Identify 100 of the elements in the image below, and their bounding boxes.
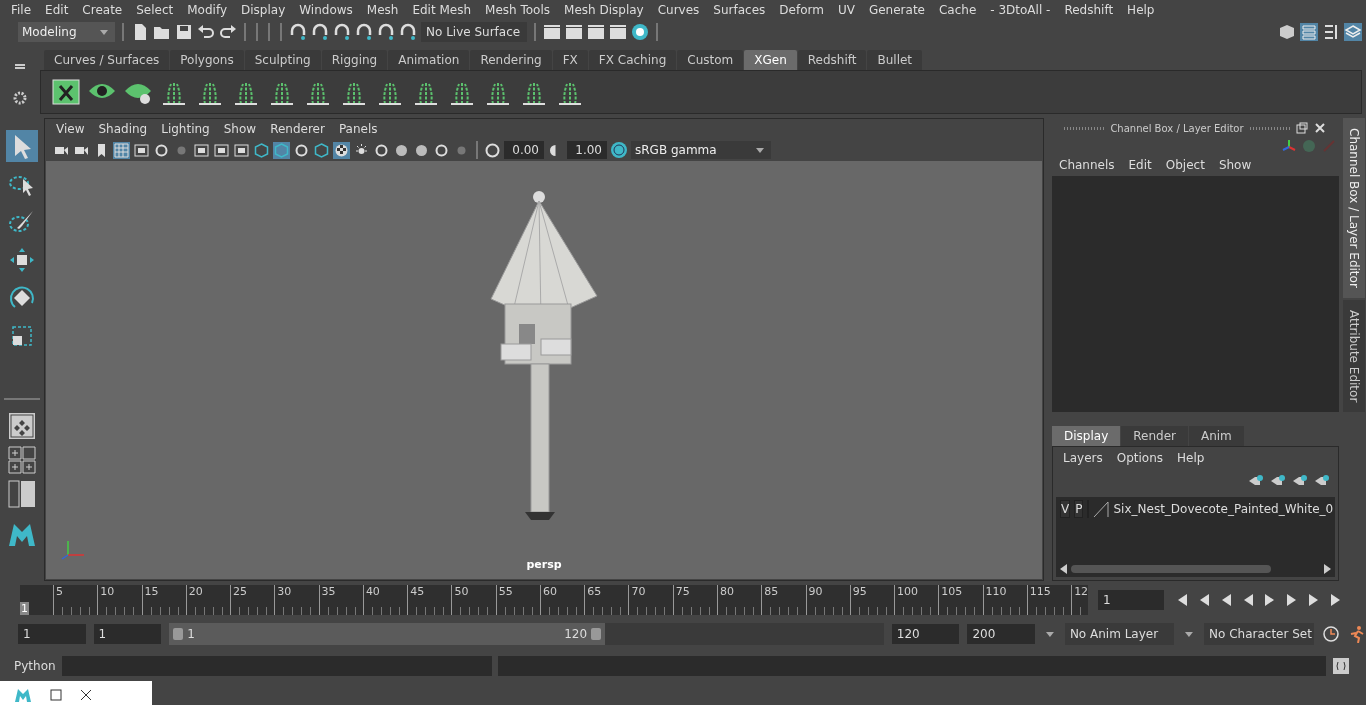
timeline[interactable]: 1 5 10 15 20 25 30 35 40 45 50 55 60 65 70 75 80 85 90 95 100 105 110 115 12 [20,585,1088,615]
end-frame-field[interactable]: 200 [967,624,1035,644]
menu-item[interactable]: Options [1109,451,1171,465]
float-window-icon[interactable] [1295,122,1308,134]
film-icon[interactable] [233,141,250,159]
menu-item[interactable]: Panels [331,122,385,136]
single-view-icon[interactable] [8,412,36,440]
script-editor-icon[interactable] [1331,657,1350,675]
menu-item[interactable]: Help [1120,3,1162,17]
four-view-icon[interactable] [8,446,36,474]
current-frame-field[interactable]: 1 [1098,590,1164,610]
menu-item[interactable]: Create [75,3,130,17]
film-icon[interactable] [133,141,150,159]
menu-item[interactable]: Display [234,3,293,17]
menu-item[interactable]: View [49,122,92,136]
menu-item[interactable]: Show [216,122,264,136]
shelf-tab[interactable]: Sculpting [244,50,321,70]
shelf-tab[interactable]: Polygons [170,50,244,70]
visibility-toggle[interactable]: V [1060,500,1071,518]
menu-item[interactable]: Deform [772,3,831,17]
layers-icon[interactable] [1344,23,1362,41]
menu-item[interactable]: Shading [91,122,155,136]
spreadsheet-icon[interactable] [51,77,81,107]
shelf-tab[interactable]: Bullet [867,50,923,70]
shelf-tab[interactable]: XGen [744,50,797,70]
menu-item[interactable]: Generate [861,3,932,17]
shelf-tab[interactable]: FX [552,50,588,70]
menu-item[interactable]: File [4,3,39,17]
command-language-label[interactable]: Python [14,659,56,673]
render-sphere-icon[interactable] [631,23,649,41]
menu-item[interactable]: UV [830,3,862,17]
restore-icon[interactable] [50,688,62,701]
playback-end-field[interactable]: 120 [891,624,960,644]
cube-icon[interactable] [253,141,270,159]
live-surface-field[interactable]: No Live Surface [421,22,527,42]
menu-item[interactable]: Layers [1056,451,1110,465]
menu-item[interactable]: Cache [931,3,984,17]
menu-item[interactable]: Windows [292,3,360,17]
slider-handle[interactable] [173,628,184,640]
shelf-tab[interactable]: Animation [388,50,470,70]
mode-dropdown[interactable]: Modeling [18,22,115,42]
new-layer-selected-icon[interactable] [1314,473,1330,487]
color-swatch-icon[interactable] [1093,500,1110,518]
scrollbar-thumb[interactable] [1071,565,1271,573]
shelf-tab[interactable]: Rigging [321,50,388,70]
scroll-left-icon[interactable] [1060,564,1068,574]
menu-item[interactable]: Help [1170,451,1212,465]
film-icon[interactable] [193,141,210,159]
aperture-icon[interactable] [484,141,501,159]
shelf-tab[interactable]: FX Caching [588,50,677,70]
menu-item[interactable]: Object [1158,158,1212,172]
exposure-field[interactable]: 0.00 [504,141,544,159]
side-tab[interactable]: Channel Box / Layer Editor [1343,118,1365,298]
grid-icon[interactable] [113,141,130,159]
menu-item[interactable]: Mesh Display [557,3,651,17]
toggle-on-icon[interactable] [610,141,628,159]
film-icon[interactable] [213,141,230,159]
clapperboard-icon[interactable] [543,23,561,41]
cube-icon[interactable] [1278,23,1296,41]
menu-item[interactable]: Curves [650,3,707,17]
clapperboard-icon[interactable] [565,23,583,41]
new-layer-icon[interactable] [1292,473,1308,487]
menu-item[interactable]: Edit [38,3,76,17]
close-icon[interactable] [80,688,92,701]
shelf-tab[interactable]: Curves / Surfaces [44,50,170,70]
menu-item[interactable]: Select [129,3,181,17]
menu-item[interactable]: Redshift [1057,3,1121,17]
axes-icon[interactable] [1281,138,1297,154]
magnet-icon[interactable] [289,23,307,41]
shelf-tab[interactable]: Custom [677,50,744,70]
slider-handle[interactable] [591,628,602,640]
layer-editor-tab[interactable]: Display [1052,426,1121,446]
magnet-icon[interactable] [377,23,395,41]
layer-name[interactable]: Six_Nest_Dovecote_Painted_White_0 [1113,502,1334,516]
layer-editor-tab[interactable]: Render [1121,426,1188,446]
menu-item[interactable]: Edit [1121,158,1159,172]
magnet-icon[interactable] [311,23,329,41]
cube-icon[interactable] [313,141,330,159]
range-slider-bar[interactable] [169,623,606,645]
running-figure-icon[interactable] [1348,625,1366,643]
menu-item[interactable]: - 3DtoAll - [983,3,1058,17]
menu-item[interactable]: Renderer [263,122,332,136]
magnet-icon[interactable] [355,23,373,41]
clock-icon[interactable] [1322,625,1341,643]
move-layer-down-icon[interactable] [1270,473,1286,487]
move-layer-up-icon[interactable] [1248,473,1264,487]
checker-icon[interactable] [333,141,350,159]
character-set-dropdown[interactable]: No Character Set [1204,623,1315,645]
menu-item[interactable]: Channels [1052,158,1122,172]
outliner-view-icon[interactable] [8,480,36,508]
anim-layer-dropdown[interactable]: No Anim Layer [1064,623,1175,645]
layer-editor-tab[interactable]: Anim [1188,426,1244,446]
side-tab[interactable]: Attribute Editor [1343,299,1365,413]
playback-toggle[interactable]: P [1074,500,1084,518]
start-frame-field[interactable]: 1 [18,624,86,644]
settings-icon[interactable] [11,89,29,107]
menu-item[interactable]: Mesh Tools [478,3,558,17]
menu-item[interactable]: Lighting [154,122,217,136]
cube-icon[interactable] [273,141,290,159]
list-icon[interactable] [1322,23,1340,41]
